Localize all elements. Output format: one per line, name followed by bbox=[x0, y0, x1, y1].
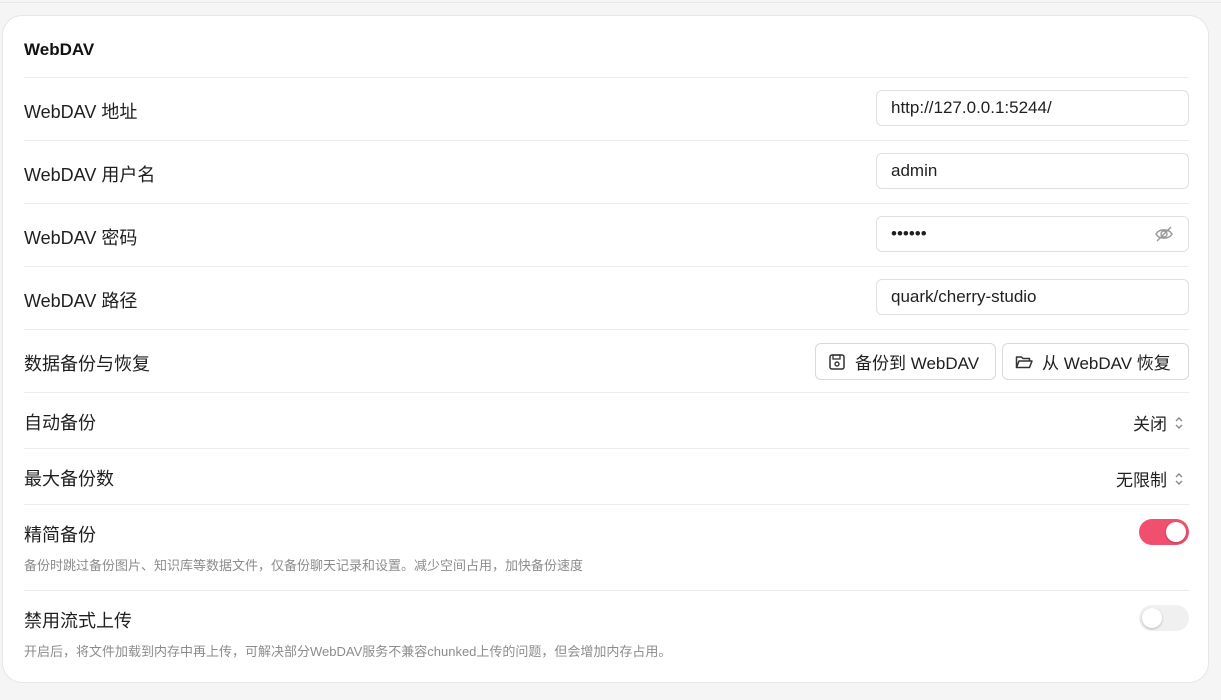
divider bbox=[24, 140, 1189, 141]
disable-stream-upload-toggle[interactable] bbox=[1139, 605, 1189, 631]
divider bbox=[24, 448, 1189, 449]
webdav-username-input[interactable]: admin bbox=[876, 153, 1189, 189]
password-value: •••••• bbox=[891, 224, 927, 243]
webdav-settings-card: WebDAV WebDAV 地址 http://127.0.0.1:5244/ … bbox=[2, 15, 1209, 683]
auto-backup-value: 关闭 bbox=[1133, 415, 1167, 434]
folder-open-icon bbox=[1015, 355, 1033, 368]
webdav-username-label: WebDAV 用户名 bbox=[24, 165, 156, 185]
save-icon bbox=[829, 353, 845, 370]
divider bbox=[24, 504, 1189, 505]
lite-backup-label: 精简备份 bbox=[24, 525, 96, 545]
webdav-path-input[interactable]: quark/cherry-studio bbox=[876, 279, 1189, 315]
lite-backup-toggle[interactable] bbox=[1139, 519, 1189, 545]
max-backups-select[interactable]: 无限制 bbox=[1116, 466, 1186, 491]
divider bbox=[24, 590, 1189, 591]
toggle-knob bbox=[1166, 522, 1186, 542]
auto-backup-select[interactable]: 关闭 bbox=[1133, 410, 1186, 435]
restore-from-webdav-button[interactable]: 从 WebDAV 恢复 bbox=[1002, 343, 1189, 380]
backup-to-webdav-button[interactable]: 备份到 WebDAV bbox=[815, 343, 996, 380]
max-backups-label: 最大备份数 bbox=[24, 469, 114, 489]
divider bbox=[24, 203, 1189, 204]
webdav-path-label: WebDAV 路径 bbox=[24, 291, 138, 311]
chevron-up-down-icon bbox=[1175, 416, 1183, 429]
webdav-address-input[interactable]: http://127.0.0.1:5244/ bbox=[876, 90, 1189, 126]
eye-off-icon[interactable] bbox=[1154, 225, 1174, 243]
divider bbox=[24, 392, 1189, 393]
toggle-knob bbox=[1142, 608, 1162, 628]
chevron-up-down-icon bbox=[1175, 472, 1183, 485]
divider bbox=[24, 329, 1189, 330]
webdav-password-label: WebDAV 密码 bbox=[24, 228, 138, 248]
backup-restore-label: 数据备份与恢复 bbox=[24, 354, 150, 374]
disable-stream-upload-description: 开启后，将文件加载到内存中再上传，可解决部分WebDAV服务不兼容chunked… bbox=[24, 644, 672, 659]
max-backups-value: 无限制 bbox=[1116, 471, 1167, 490]
lite-backup-description: 备份时跳过备份图片、知识库等数据文件，仅备份聊天记录和设置。减少空间占用，加快备… bbox=[24, 558, 584, 573]
auto-backup-label: 自动备份 bbox=[24, 413, 96, 433]
webdav-address-label: WebDAV 地址 bbox=[24, 102, 138, 122]
backup-button-label: 备份到 WebDAV bbox=[855, 354, 980, 373]
divider bbox=[24, 77, 1189, 78]
webdav-password-input[interactable]: •••••• bbox=[876, 216, 1189, 252]
divider bbox=[24, 266, 1189, 267]
card-title: WebDAV bbox=[24, 40, 95, 59]
disable-stream-upload-label: 禁用流式上传 bbox=[24, 611, 132, 631]
restore-button-label: 从 WebDAV 恢复 bbox=[1042, 354, 1171, 373]
top-border bbox=[0, 2, 1221, 3]
